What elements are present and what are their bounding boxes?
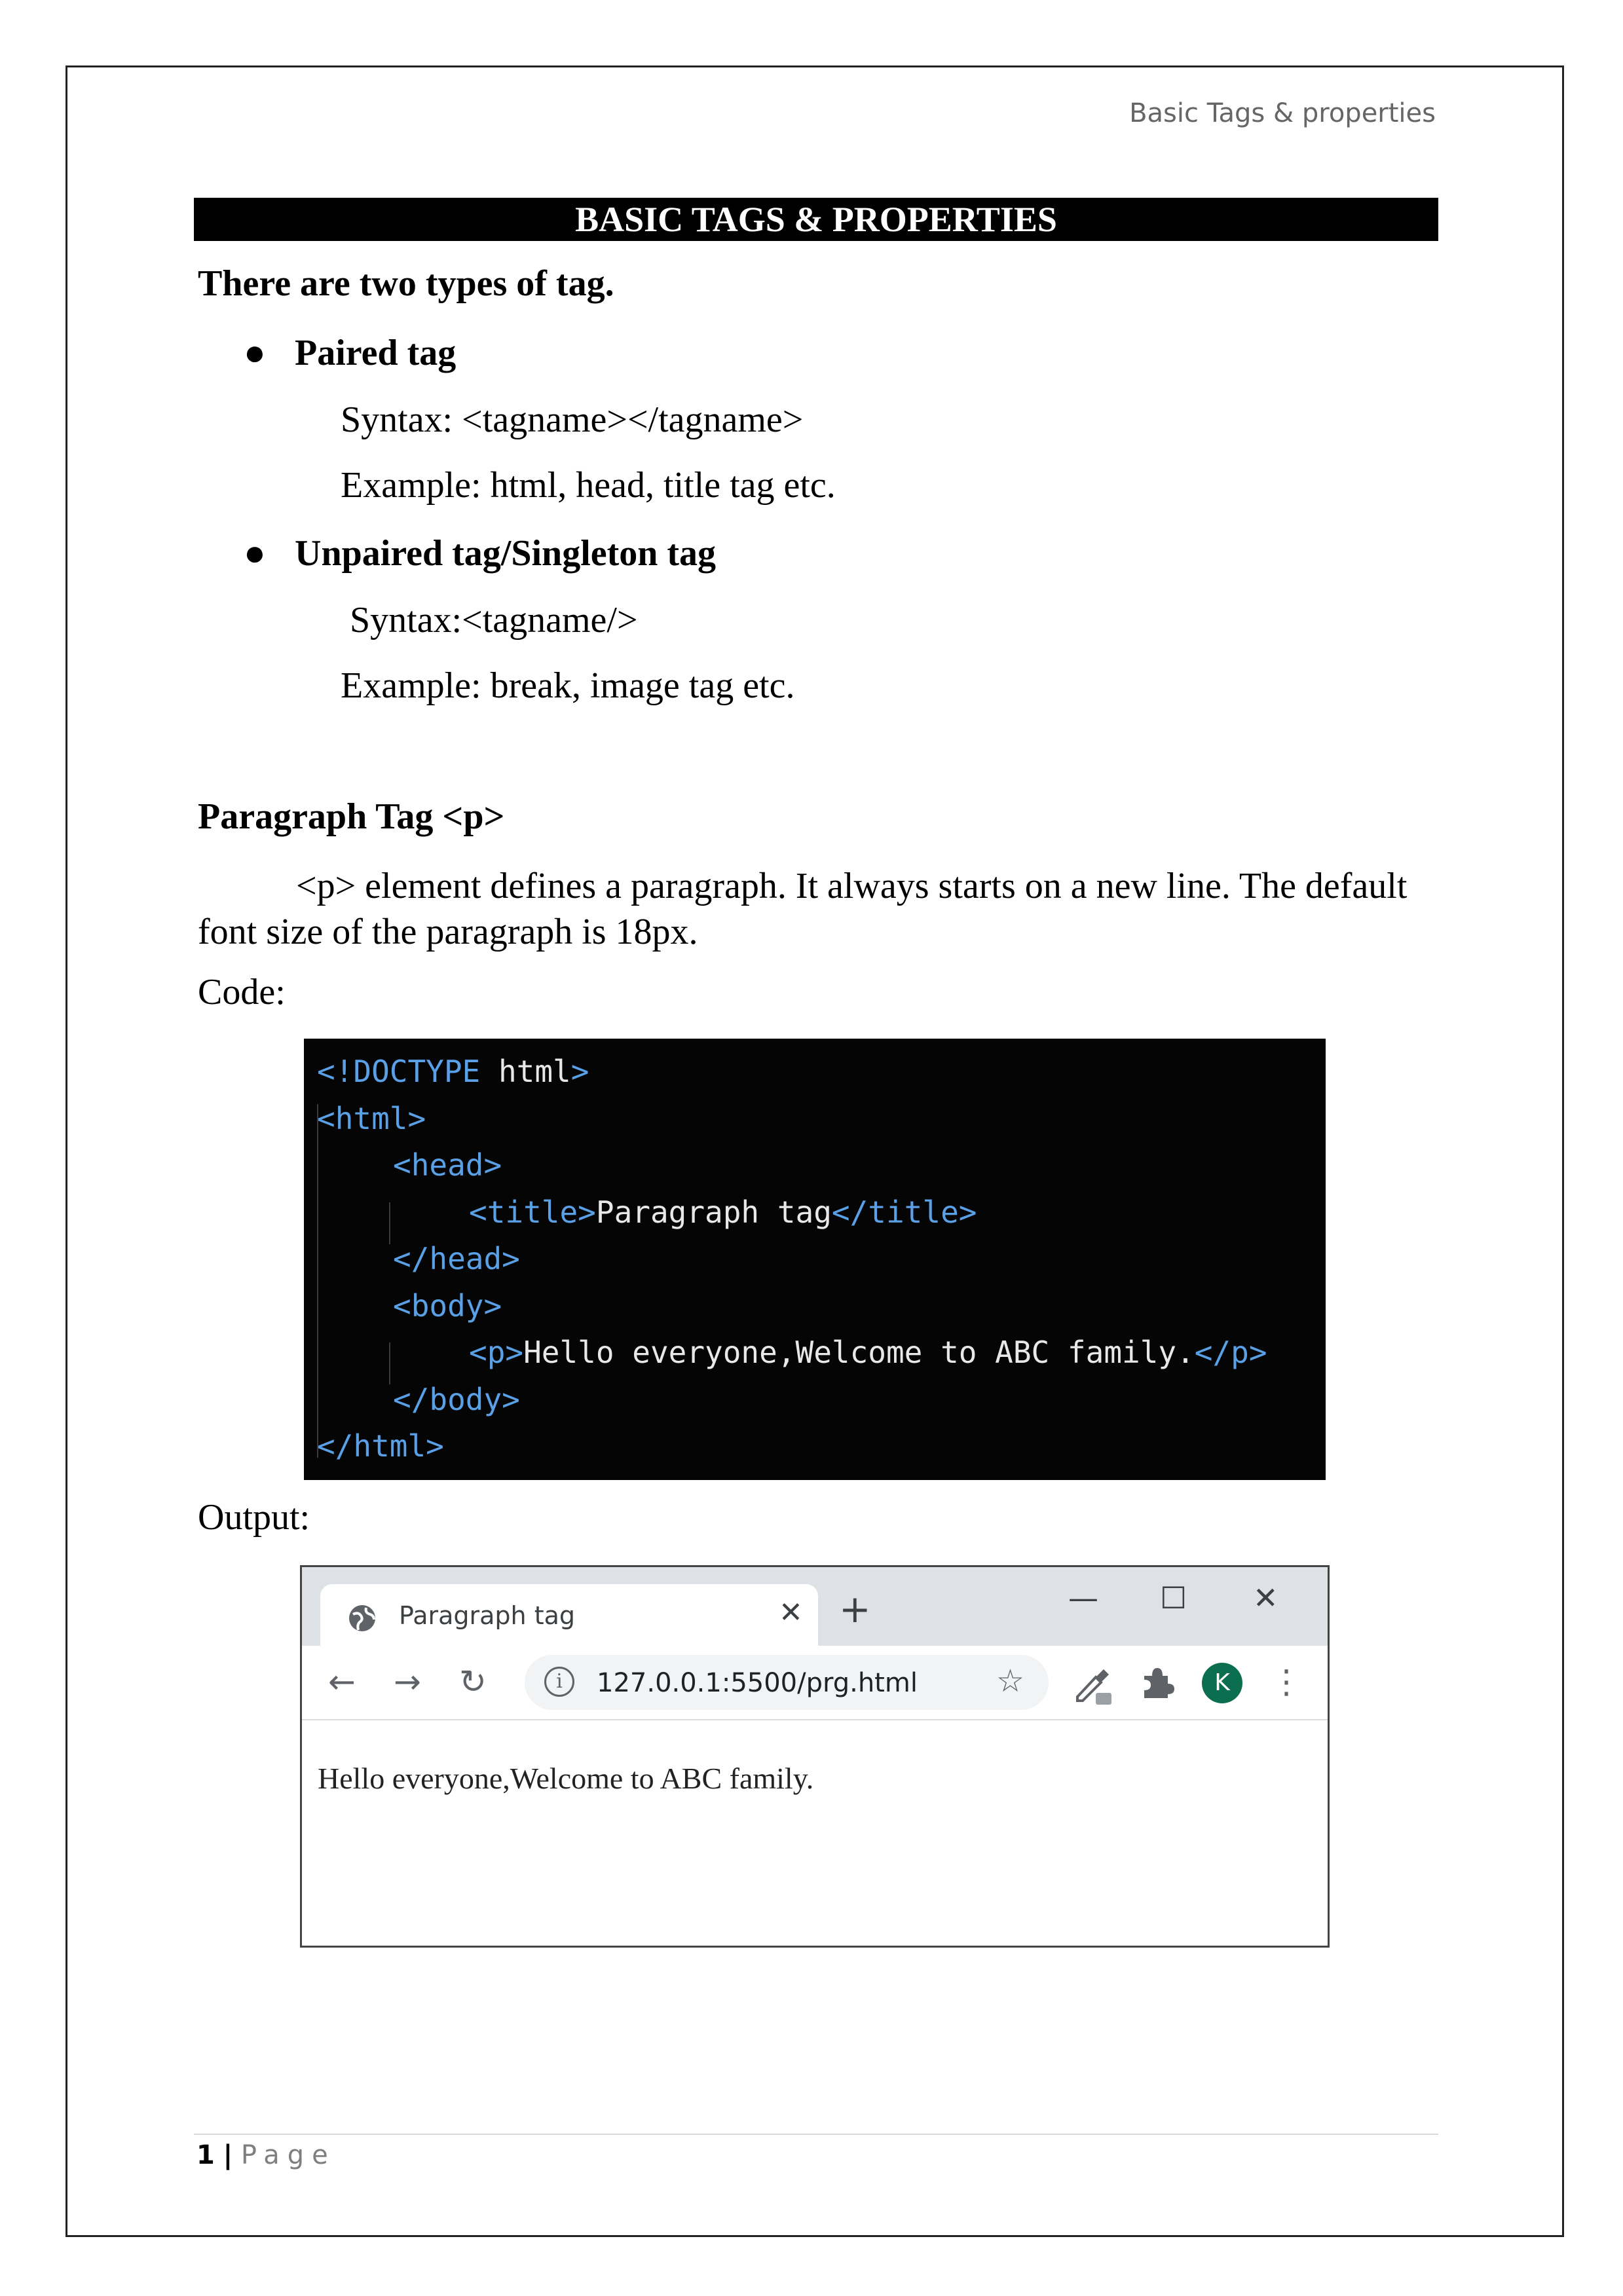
- unpaired-example: Example: break, image tag etc.: [341, 665, 795, 706]
- paired-example: Example: html, head, title tag etc.: [341, 465, 836, 506]
- tab-strip: Paragraph tag ✕ + — ☐ ✕: [302, 1567, 1328, 1646]
- eyedropper-extension-icon[interactable]: [1072, 1663, 1114, 1706]
- code-line: </html>: [317, 1422, 444, 1470]
- code-token: >: [570, 1054, 589, 1089]
- unpaired-syntax: Syntax:<tagname/>: [350, 600, 638, 640]
- page-title: BASIC TAGS & PROPERTIES: [194, 198, 1438, 241]
- code-token: <title>: [469, 1194, 596, 1230]
- address-bar[interactable]: i 127.0.0.1:5500/prg.html ☆: [525, 1655, 1049, 1710]
- indent-guide: [317, 1104, 318, 1458]
- info-icon[interactable]: i: [544, 1667, 574, 1697]
- code-line: <head>: [393, 1141, 502, 1189]
- code-token: </head>: [393, 1241, 520, 1276]
- bullet-icon: ●: [244, 333, 266, 373]
- section-paragraph: <p> element defines a paragraph. It alwa…: [198, 863, 1436, 955]
- code-block: <!DOCTYPE html> <html> <head> <title>Paragr…: [304, 1039, 1326, 1480]
- page-number: 1: [196, 2140, 215, 2170]
- paragraph-text: <p> element defines a paragraph. It alwa…: [198, 866, 1408, 952]
- code-token: <html>: [317, 1100, 426, 1136]
- forward-icon[interactable]: →: [394, 1665, 421, 1698]
- code-line: <html>: [317, 1095, 426, 1142]
- indent-guide: [389, 1202, 390, 1244]
- page-footer: 1 | Page: [196, 2140, 336, 2170]
- tab-close-icon[interactable]: ✕: [779, 1596, 803, 1629]
- paired-syntax: Syntax: <tagname></tagname>: [341, 399, 804, 440]
- tag-type-paired: Paired tag: [295, 333, 457, 373]
- footer-rule: [194, 2134, 1438, 2135]
- intro-text: There are two types of tag.: [198, 263, 614, 304]
- reload-icon[interactable]: ↻: [459, 1665, 487, 1698]
- code-line: <title>Paragraph tag</title>: [469, 1189, 977, 1236]
- browser-tab[interactable]: Paragraph tag ✕: [320, 1584, 818, 1646]
- url-text: 127.0.0.1:5500/prg.html: [597, 1668, 918, 1698]
- code-token: <head>: [393, 1147, 502, 1183]
- indent-guide: [389, 1342, 390, 1384]
- code-token: <p>: [469, 1335, 524, 1370]
- code-line: </head>: [393, 1235, 520, 1282]
- close-window-icon[interactable]: ✕: [1253, 1580, 1278, 1616]
- code-token: html: [498, 1054, 571, 1089]
- section-heading: Paragraph Tag <p>: [198, 796, 505, 837]
- code-token: </p>: [1194, 1335, 1267, 1370]
- new-tab-button[interactable]: +: [839, 1589, 871, 1629]
- footer-separator: |: [223, 2140, 233, 2170]
- code-token: </html>: [317, 1428, 444, 1464]
- menu-icon[interactable]: ⋮: [1270, 1665, 1303, 1698]
- page-label: Page: [240, 2140, 336, 2170]
- code-line: <body>: [393, 1282, 502, 1329]
- code-token: Paragraph tag: [595, 1194, 832, 1230]
- browser-window: Paragraph tag ✕ + — ☐ ✕ ← → ↻ i 127.0.0.…: [300, 1565, 1330, 1948]
- back-icon[interactable]: ←: [328, 1665, 356, 1698]
- code-token: </title>: [831, 1194, 977, 1230]
- code-line: <!DOCTYPE html>: [317, 1048, 589, 1095]
- tab-title: Paragraph tag: [399, 1601, 576, 1630]
- star-icon[interactable]: ☆: [996, 1663, 1024, 1699]
- minimize-icon[interactable]: —: [1068, 1580, 1098, 1616]
- globe-icon: [349, 1605, 375, 1631]
- code-line: </body>: [393, 1376, 520, 1423]
- code-token: <!DOCTYPE: [317, 1054, 498, 1089]
- profile-avatar[interactable]: K: [1202, 1663, 1242, 1703]
- code-label: Code:: [198, 972, 286, 1012]
- puzzle-extension-icon[interactable]: [1138, 1664, 1174, 1701]
- code-token: <body>: [393, 1287, 502, 1324]
- rendered-paragraph: Hello everyone,Welcome to ABC family.: [318, 1762, 814, 1795]
- code-token: Hello everyone,Welcome to ABC family.: [523, 1335, 1195, 1370]
- code-token: </body>: [393, 1381, 520, 1417]
- maximize-icon[interactable]: ☐: [1160, 1580, 1187, 1616]
- tag-type-unpaired: Unpaired tag/Singleton tag: [295, 533, 717, 574]
- running-header: Basic Tags & properties: [1129, 98, 1436, 128]
- output-label: Output:: [198, 1497, 310, 1538]
- code-line: <p>Hello everyone,Welcome to ABC family.…: [469, 1329, 1267, 1376]
- bullet-icon: ●: [244, 533, 266, 574]
- browser-toolbar: ← → ↻ i 127.0.0.1:5500/prg.html ☆ K ⋮: [302, 1646, 1328, 1720]
